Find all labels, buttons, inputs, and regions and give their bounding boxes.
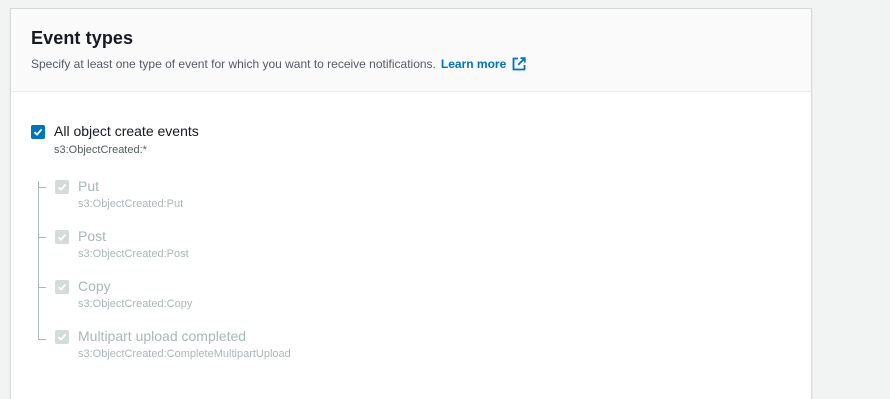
all-object-create-label[interactable]: All object create events bbox=[54, 123, 199, 139]
checkmark-icon bbox=[57, 283, 67, 291]
panel-header: Event types Specify at least one type of… bbox=[11, 9, 811, 92]
multipart-upload-label: Multipart upload completed bbox=[78, 328, 247, 344]
checkmark-icon bbox=[57, 333, 67, 341]
tree-branch-multipart bbox=[38, 339, 46, 340]
tree-branch-put bbox=[38, 187, 46, 188]
tree-branch-post bbox=[38, 237, 46, 238]
multipart-upload-checkbox[interactable] bbox=[55, 330, 69, 344]
section-description: Specify at least one type of event for w… bbox=[31, 56, 811, 72]
post-checkbox[interactable] bbox=[55, 230, 69, 244]
learn-more-label: Learn more bbox=[440, 57, 507, 71]
tree-branch-copy bbox=[38, 287, 46, 288]
checkmark-icon bbox=[57, 183, 67, 191]
tree-vertical-line bbox=[38, 181, 39, 340]
checkmark-icon bbox=[33, 128, 43, 136]
copy-label: Copy bbox=[78, 278, 111, 294]
post-code: s3:ObjectCreated:Post bbox=[78, 248, 189, 260]
learn-more-link[interactable]: Learn more bbox=[441, 56, 526, 72]
copy-code: s3:ObjectCreated:Copy bbox=[78, 298, 193, 310]
post-label: Post bbox=[78, 228, 107, 244]
copy-checkbox[interactable] bbox=[55, 280, 69, 294]
checkmark-icon bbox=[57, 233, 67, 241]
all-object-create-checkbox[interactable] bbox=[31, 125, 45, 139]
external-link-icon bbox=[512, 57, 526, 71]
all-object-create-code: s3:ObjectCreated:* bbox=[54, 144, 147, 156]
put-label: Put bbox=[78, 178, 100, 194]
description-text: Specify at least one type of event for w… bbox=[31, 57, 436, 71]
put-code: s3:ObjectCreated:Put bbox=[78, 198, 184, 210]
multipart-upload-code: s3:ObjectCreated:CompleteMultipartUpload bbox=[78, 348, 291, 360]
section-title: Event types bbox=[31, 28, 134, 48]
event-types-panel: Event types Specify at least one type of… bbox=[10, 8, 812, 399]
put-checkbox[interactable] bbox=[55, 180, 69, 194]
